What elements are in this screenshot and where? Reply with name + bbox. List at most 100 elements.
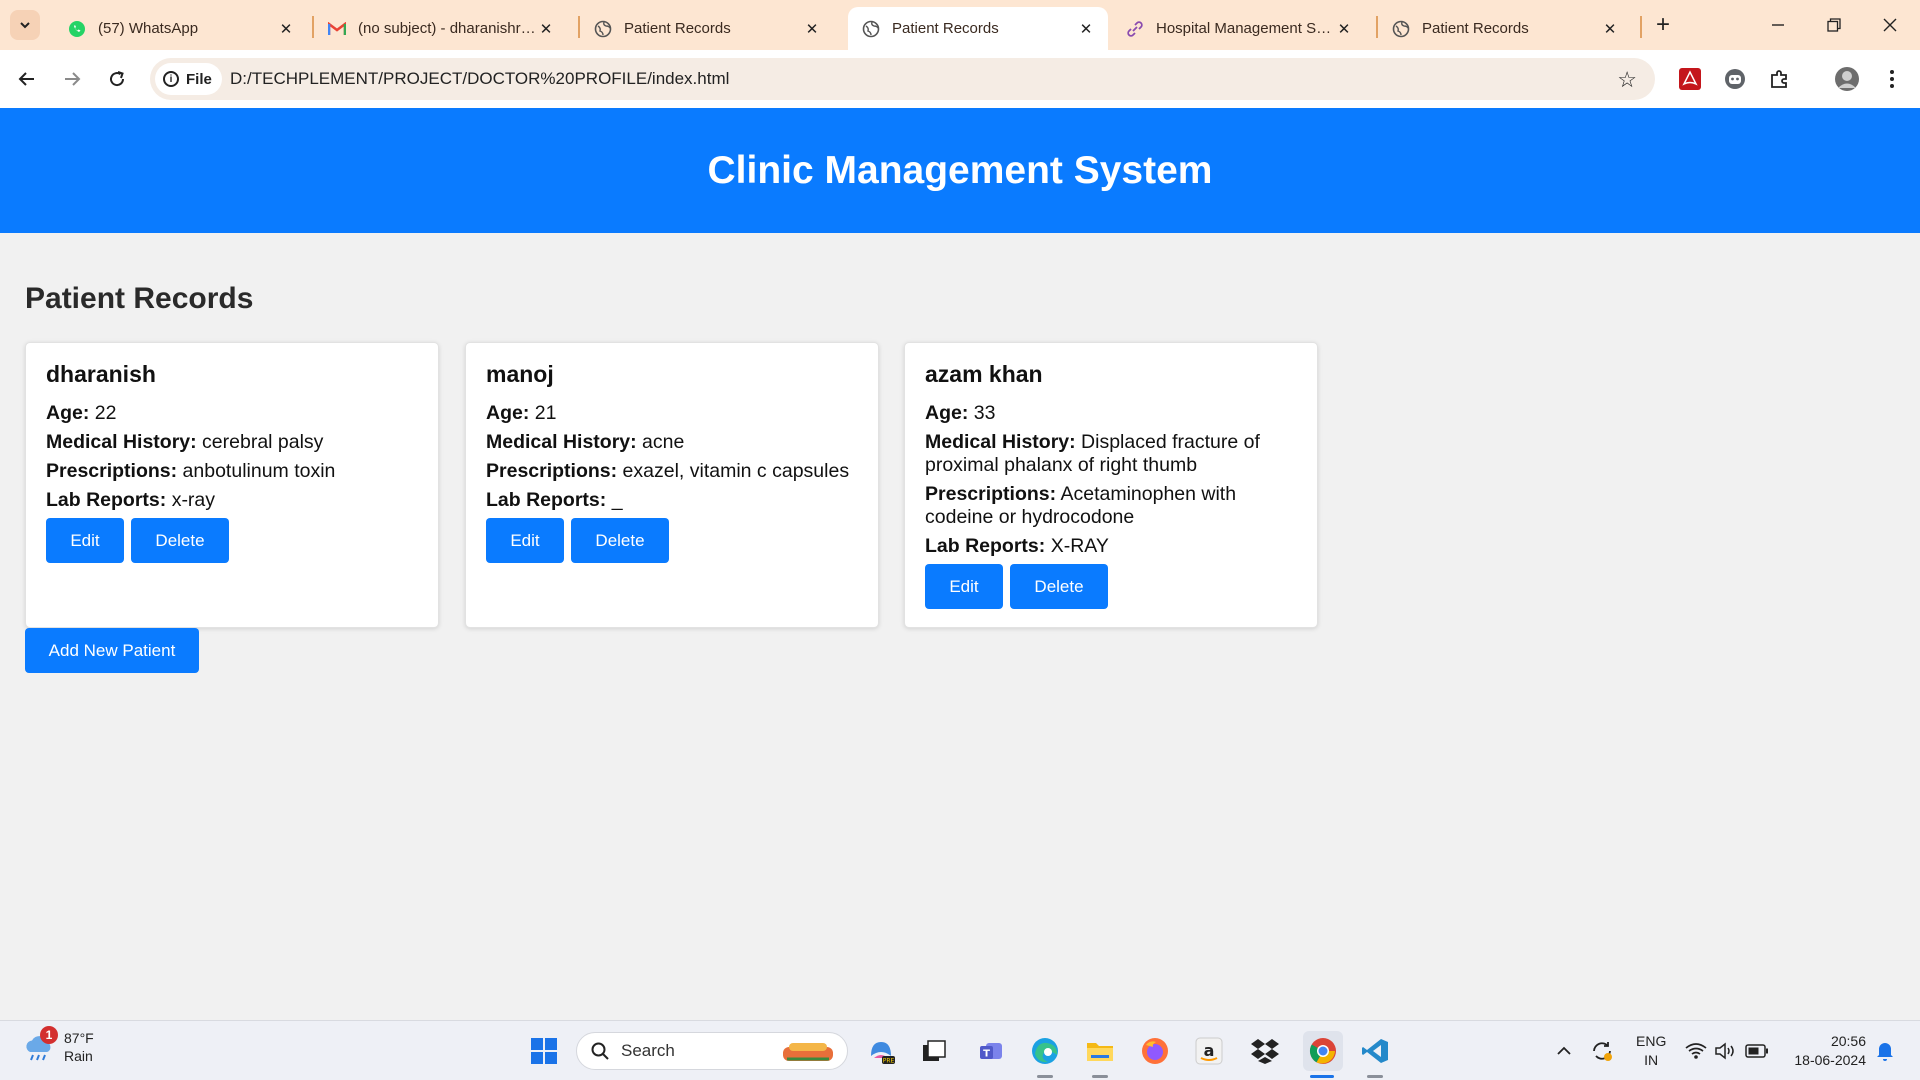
restore-button[interactable] — [1814, 10, 1854, 40]
pdf-extension-button[interactable] — [1676, 65, 1704, 93]
close-tab-icon[interactable]: ✕ — [1076, 19, 1096, 39]
card-actions: Edit Delete — [925, 564, 1297, 609]
edit-button[interactable]: Edit — [486, 518, 564, 563]
new-tab-button[interactable]: + — [1650, 11, 1676, 38]
teams-icon[interactable]: T — [975, 1034, 1009, 1068]
tab-patient-records-active[interactable]: Patient Records ✕ — [848, 7, 1108, 50]
arrow-right-icon — [65, 72, 81, 86]
patient-card: manoj Age: 21 Medical History: acne Pres… — [465, 342, 879, 628]
tab-hospital-management[interactable]: Hospital Management Syst ✕ — [1112, 7, 1366, 50]
tab-patient-records-1[interactable]: Patient Records ✕ — [580, 7, 834, 50]
lab-reports-value: X-RAY — [1050, 535, 1109, 557]
back-button[interactable] — [11, 63, 43, 95]
chrome-icon[interactable] — [1303, 1031, 1343, 1071]
age-label: Age: — [486, 402, 530, 424]
more-vertical-icon — [1890, 70, 1894, 88]
edge-icon[interactable] — [1028, 1034, 1062, 1068]
delete-button[interactable]: Delete — [1010, 564, 1108, 609]
dropbox-icon[interactable] — [1248, 1034, 1282, 1068]
extensions-menu-button[interactable] — [1766, 65, 1794, 93]
windows-icon — [531, 1038, 557, 1064]
tab-strip: (57) WhatsApp ✕ (no subject) - dharanish… — [0, 0, 1920, 50]
bookmark-star-icon[interactable]: ☆ — [1617, 67, 1637, 93]
tab-patient-records-2[interactable]: Patient Records ✕ — [1378, 7, 1632, 50]
system-clock[interactable]: 20:56 18-06-2024 — [1794, 1032, 1866, 1070]
tab-title: (57) WhatsApp — [98, 20, 199, 37]
tab-title: Patient Records — [1422, 20, 1529, 37]
prescriptions-label: Prescriptions: — [486, 460, 618, 482]
close-tab-icon[interactable]: ✕ — [1334, 19, 1354, 39]
extension-button[interactable] — [1721, 65, 1749, 93]
lab-reports-label: Lab Reports: — [925, 535, 1046, 557]
url-text[interactable]: D:/TECHPLEMENT/PROJECT/DOCTOR%20PROFILE/… — [230, 69, 729, 89]
input-language-indicator[interactable]: ENG IN — [1636, 1032, 1666, 1070]
patient-name: azam khan — [925, 361, 1043, 387]
close-window-button[interactable] — [1870, 10, 1910, 40]
weather-widget[interactable]: 1 87°F Rain — [22, 1026, 94, 1065]
close-tab-icon[interactable]: ✕ — [802, 19, 822, 39]
chevron-down-icon — [20, 22, 30, 29]
start-button[interactable] — [527, 1034, 561, 1068]
medical-history-label: Medical History: — [486, 431, 637, 453]
clock-time: 20:56 — [1830, 1033, 1866, 1049]
globe-icon — [862, 20, 880, 38]
lang-line2: IN — [1644, 1052, 1659, 1068]
patient-age: Age: 22 — [46, 402, 418, 425]
lab-reports-label: Lab Reports: — [46, 489, 167, 511]
tab-title: (no subject) - dharanishrav — [358, 20, 536, 37]
notifications-bell-icon[interactable] — [1868, 1034, 1902, 1068]
gmail-icon — [328, 20, 346, 38]
vscode-icon[interactable] — [1358, 1034, 1392, 1068]
robot-icon — [1725, 69, 1745, 89]
tab-whatsapp[interactable]: (57) WhatsApp ✕ — [54, 7, 308, 50]
minimize-button[interactable] — [1758, 10, 1798, 40]
tab-gmail[interactable]: (no subject) - dharanishrav ✕ — [314, 7, 568, 50]
close-tab-icon[interactable]: ✕ — [1600, 19, 1620, 39]
forward-button[interactable] — [56, 63, 88, 95]
weather-badge: 1 — [40, 1026, 58, 1044]
add-new-patient-button[interactable]: Add New Patient — [25, 628, 199, 673]
site-info-chip[interactable]: i File — [155, 63, 222, 95]
tab-search-button[interactable] — [10, 10, 40, 40]
lab-reports-value: _ — [611, 489, 623, 511]
taskbar-search[interactable]: Search — [576, 1032, 848, 1070]
task-view-icon[interactable] — [917, 1034, 951, 1068]
copilot-taskbar-icon[interactable]: PRE — [864, 1034, 898, 1068]
profile-avatar[interactable] — [1833, 65, 1861, 93]
delete-button[interactable]: Delete — [571, 518, 669, 563]
prescriptions-label: Prescriptions: — [46, 460, 178, 482]
sync-icon[interactable] — [1585, 1034, 1619, 1068]
firefox-icon[interactable] — [1138, 1034, 1172, 1068]
puzzle-icon — [1771, 70, 1787, 88]
patient-card: azam khan Age: 33 Medical History: Displ… — [904, 342, 1318, 628]
medical-history-value: acne — [642, 431, 685, 453]
close-tab-icon[interactable]: ✕ — [536, 19, 556, 39]
prescriptions-label: Prescriptions: — [925, 483, 1057, 505]
reload-button[interactable] — [101, 63, 133, 95]
browser-menu-button[interactable] — [1878, 65, 1906, 93]
acrobat-icon — [1679, 68, 1701, 90]
age-label: Age: — [925, 402, 969, 424]
battery-icon[interactable] — [1740, 1034, 1774, 1068]
amazon-icon[interactable]: a — [1192, 1034, 1226, 1068]
volume-icon[interactable] — [1708, 1034, 1742, 1068]
show-hidden-icons-button[interactable] — [1547, 1034, 1581, 1068]
file-explorer-icon[interactable] — [1083, 1034, 1117, 1068]
globe-icon — [1392, 20, 1410, 38]
patient-medical-history: Medical History: cerebral palsy — [46, 431, 418, 454]
delete-button[interactable]: Delete — [131, 518, 229, 563]
taskbar: 1 87°F Rain Search PRE T a ENG IN 20:56 … — [0, 1020, 1920, 1080]
patient-lab-reports: Lab Reports: X-RAY — [925, 535, 1297, 558]
close-tab-icon[interactable]: ✕ — [276, 19, 296, 39]
patient-card: dharanish Age: 22 Medical History: cereb… — [25, 342, 439, 628]
lab-reports-value: x-ray — [171, 489, 216, 511]
clock-date: 18-06-2024 — [1794, 1052, 1866, 1068]
running-indicator — [1367, 1075, 1383, 1078]
address-bar[interactable]: i File D:/TECHPLEMENT/PROJECT/DOCTOR%20P… — [150, 58, 1655, 100]
arrow-left-icon — [18, 72, 34, 86]
card-actions: Edit Delete — [486, 518, 858, 563]
patient-name: dharanish — [46, 361, 156, 387]
edit-button[interactable]: Edit — [46, 518, 124, 563]
prescriptions-value: exazel, vitamin c capsules — [622, 460, 850, 482]
edit-button[interactable]: Edit — [925, 564, 1003, 609]
